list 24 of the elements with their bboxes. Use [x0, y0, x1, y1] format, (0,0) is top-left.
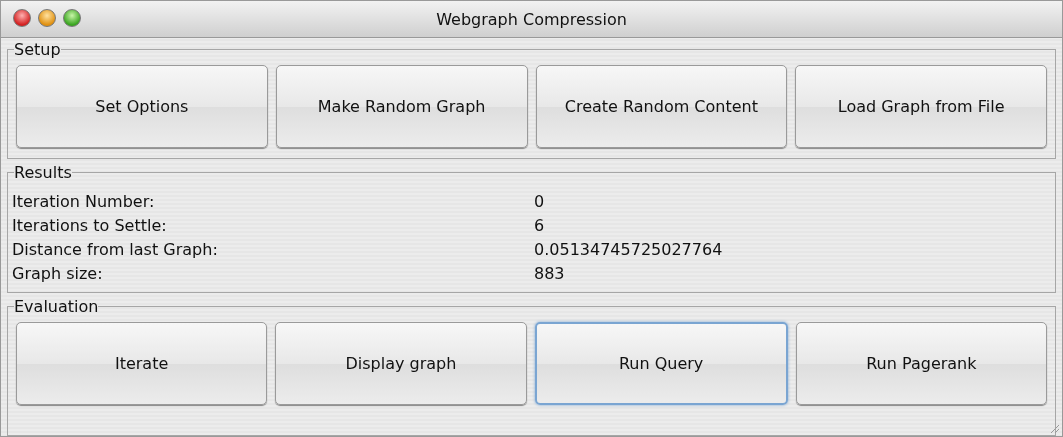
- result-label: Iteration Number:: [12, 191, 156, 213]
- window-title: Webgraph Compression: [436, 9, 627, 29]
- action-button[interactable]: Make Random Graph: [275, 65, 528, 148]
- minimize-button[interactable]: [38, 9, 56, 27]
- action-button[interactable]: Iterate: [16, 322, 268, 405]
- group-title: Evaluation: [14, 297, 99, 316]
- action-button[interactable]: Display graph: [275, 322, 527, 405]
- action-button[interactable]: Run Pagerank: [795, 322, 1047, 405]
- result-label: Iterations to Settle:: [12, 215, 168, 237]
- action-button[interactable]: Run Query: [534, 322, 788, 405]
- resize-grip-icon[interactable]: [1048, 422, 1060, 434]
- group-title: Setup: [14, 40, 61, 59]
- result-label: Distance from last Graph:: [12, 239, 219, 261]
- result-value: 0: [534, 191, 546, 213]
- action-button[interactable]: Set Options: [16, 65, 268, 148]
- action-button[interactable]: Create Random Content: [535, 65, 788, 148]
- zoom-button[interactable]: [63, 9, 81, 27]
- result-value: 6: [534, 215, 546, 237]
- action-button[interactable]: Load Graph from File: [795, 65, 1047, 148]
- close-button[interactable]: [13, 9, 31, 27]
- result-value: 0.05134745725027764: [534, 239, 724, 261]
- result-value: 883: [534, 263, 566, 285]
- result-label: Graph size:: [12, 263, 104, 285]
- group-title: Results: [14, 163, 72, 182]
